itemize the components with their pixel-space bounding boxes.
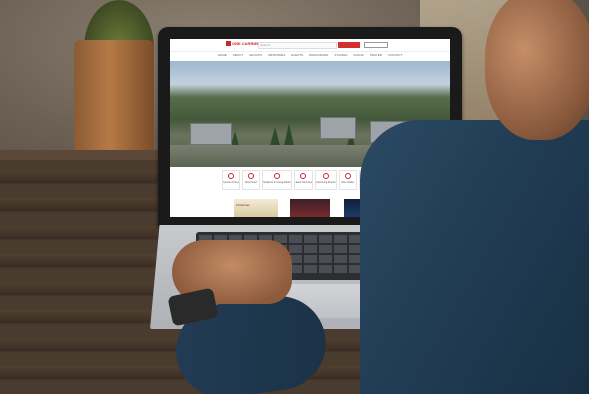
cross-icon — [248, 173, 255, 179]
quicklink-label: New Here? — [244, 181, 258, 184]
clock-icon — [228, 173, 235, 179]
nav-item[interactable]: GROUPS — [249, 53, 262, 59]
building — [190, 123, 232, 145]
people-icon — [273, 173, 280, 179]
quicklink-label: Students & Young Adults — [263, 181, 291, 184]
person — [300, 0, 589, 394]
card-caption: Christmas — [236, 203, 250, 207]
quicklink[interactable]: Students & Young Adults — [262, 170, 292, 190]
promo-card[interactable]: Christmas — [234, 199, 278, 217]
photo-scene: ONE CARRIERE Search... HOME ABOUT GROUPS… — [0, 0, 589, 394]
nav-item[interactable]: ABOUT — [233, 53, 243, 59]
quicklink-label: Service Times — [223, 181, 239, 184]
nav-item[interactable]: HOME — [218, 53, 227, 59]
person-head — [485, 0, 589, 140]
quicklink[interactable]: New Here? — [242, 170, 261, 190]
nav-item[interactable]: MINISTRIES — [268, 53, 285, 59]
quicklink[interactable]: Service Times — [222, 170, 241, 190]
logo-mark-icon — [226, 41, 231, 47]
person-shirt — [360, 120, 589, 394]
